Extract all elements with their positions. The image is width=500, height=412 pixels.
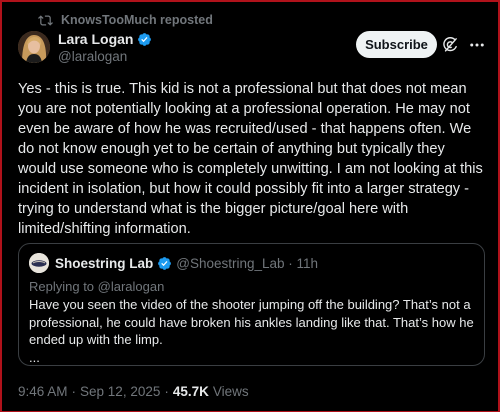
author-display-name[interactable]: Lara Logan <box>58 31 133 47</box>
tweet-meta: 9:46 AM · Sep 12, 2025 · 45.7K Views <box>18 382 249 400</box>
quoted-author-handle-time: @Shoestring_Lab · 11h <box>176 255 319 271</box>
subscribe-button[interactable]: Subscribe <box>356 31 437 58</box>
author-avatar[interactable] <box>18 31 50 63</box>
replying-to: Replying to @laralogan <box>29 279 164 294</box>
quoted-tweet-text: Have you seen the video of the shooter j… <box>29 297 474 365</box>
repost-indicator[interactable]: KnowsTooMuch reposted <box>38 12 213 28</box>
quoted-tweet[interactable]: Shoestring Lab @Shoestring_Lab · 11h Rep… <box>18 243 485 366</box>
views-count[interactable]: 45.7K <box>173 384 209 399</box>
tweet-text: Yes - this is true. This kid is not a pr… <box>18 81 483 237</box>
verified-badge-icon <box>138 32 152 46</box>
quoted-tweet-header: Shoestring Lab @Shoestring_Lab · 11h <box>29 253 319 273</box>
views-label: Views <box>212 383 249 399</box>
quoted-author-name[interactable]: Shoestring Lab <box>55 256 153 271</box>
replying-to-mention[interactable]: @laralogan <box>98 279 165 294</box>
repost-text: KnowsTooMuch reposted <box>61 13 213 27</box>
tweet-time[interactable]: 9:46 AM <box>18 384 68 399</box>
author-handle[interactable]: @laralogan <box>58 49 152 64</box>
meta-separator: · <box>164 383 169 399</box>
author-info: Lara Logan @laralogan <box>58 30 152 64</box>
meta-separator: · <box>71 383 77 399</box>
verified-badge-icon <box>158 256 172 270</box>
repost-icon <box>38 14 53 26</box>
grok-icon[interactable] <box>442 36 459 53</box>
more-icon[interactable] <box>468 36 486 54</box>
tweet-date[interactable]: Sep 12, 2025 <box>80 384 160 399</box>
quoted-author-avatar[interactable] <box>29 253 49 273</box>
replying-to-prefix: Replying to <box>29 279 98 294</box>
